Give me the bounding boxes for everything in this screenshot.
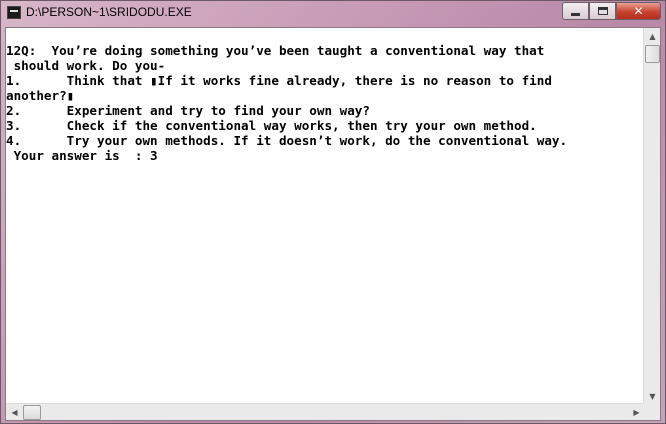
close-button[interactable]: ✕ [616, 2, 661, 20]
console-app-icon[interactable] [7, 6, 21, 19]
question-line: 12Q: You’re doing something you’ve been … [6, 43, 545, 58]
console-client-area: 12Q: You’re doing something you’ve been … [5, 27, 661, 421]
minimize-icon [571, 12, 580, 16]
scroll-up-icon[interactable]: ▲ [644, 28, 661, 45]
close-icon: ✕ [633, 4, 644, 18]
title-bar[interactable]: D:\PERSON~1\SRIDODU.EXE ✕ [1, 1, 665, 27]
option-3-line: 3. Check if the conventional way works, … [6, 118, 537, 133]
scrollbar-corner [643, 403, 660, 420]
console-window: D:\PERSON~1\SRIDODU.EXE ✕ 12Q: You’re do… [0, 0, 666, 424]
option-1-line-continued: another?▮ [6, 88, 75, 103]
scroll-left-icon[interactable]: ◀ [6, 404, 23, 421]
vertical-scrollbar[interactable]: ▲ ▼ [643, 28, 660, 405]
question-line-continued: should work. Do you- [6, 58, 166, 73]
minimize-button[interactable] [562, 2, 589, 20]
option-4-line: 4. Try your own methods. If it doesn’t w… [6, 133, 568, 148]
answer-prompt-line: Your answer is : 3 [6, 148, 158, 163]
maximize-button[interactable] [589, 2, 616, 20]
horizontal-scroll-thumb[interactable] [23, 405, 41, 420]
console-output[interactable]: 12Q: You’re doing something you’ve been … [6, 28, 645, 405]
horizontal-scrollbar[interactable]: ◀ ▶ [6, 403, 645, 420]
window-title: D:\PERSON~1\SRIDODU.EXE [26, 5, 192, 19]
maximize-icon [597, 7, 608, 15]
option-1-line: 1. Think that ▮If it works fine already,… [6, 73, 552, 88]
vertical-scroll-thumb[interactable] [645, 45, 660, 63]
caption-buttons: ✕ [562, 2, 661, 20]
option-2-line: 2. Experiment and try to find your own w… [6, 103, 370, 118]
